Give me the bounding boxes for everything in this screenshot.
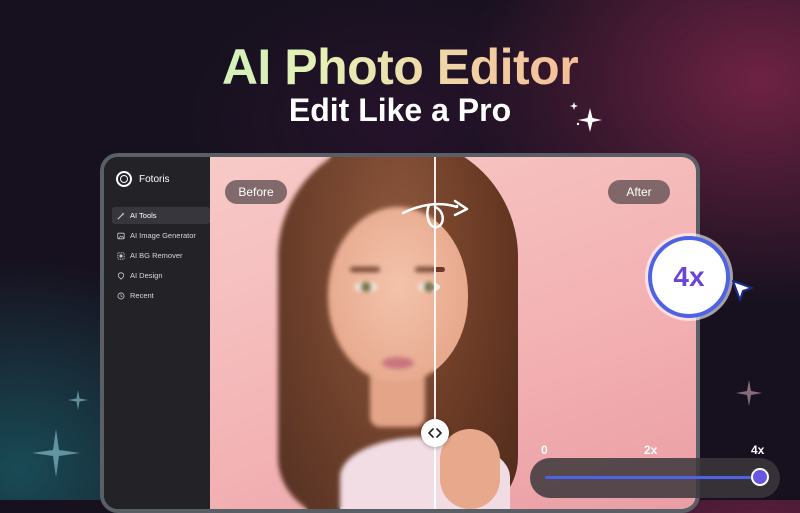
after-label: After — [608, 180, 670, 204]
sidebar-item-label: AI Tools — [130, 211, 157, 220]
sidebar-item-label: Recent — [130, 291, 154, 300]
zoom-slider-knob[interactable] — [751, 468, 769, 486]
sidebar-item-label: AI Design — [130, 271, 163, 280]
left-right-arrows-icon — [428, 428, 442, 438]
fotoris-logo-icon — [116, 171, 132, 187]
sidebar-item-ai-design[interactable]: AI Design — [112, 267, 210, 284]
sidebar-item-ai-image-generator[interactable]: AI Image Generator — [112, 227, 210, 244]
swoosh-arrow-icon — [401, 199, 469, 229]
sparkle-icon — [68, 390, 88, 410]
design-icon — [117, 271, 125, 280]
sidebar-nav: AI Tools AI Image Generator AI BG Remove… — [112, 207, 210, 307]
clock-icon — [117, 292, 125, 299]
zoom-4x-badge[interactable]: 4x — [648, 236, 730, 318]
sidebar-item-label: AI BG Remover — [130, 251, 183, 260]
sparkle-icon — [736, 380, 762, 406]
headline-subtitle: Edit Like a Pro — [288, 92, 512, 128]
sidebar-item-ai-tools[interactable]: AI Tools — [112, 207, 210, 224]
sidebar-item-label: AI Image Generator — [130, 231, 196, 240]
brand-name: Fotoris — [139, 173, 170, 185]
zoom-tick-2x: 2x — [644, 443, 658, 457]
headline-title: AI Photo Editor — [0, 38, 800, 96]
sparkle-icon — [570, 102, 602, 132]
sidebar: Fotoris AI Tools AI Image Generator AI B… — [104, 157, 210, 509]
compare-divider-line[interactable] — [434, 157, 436, 509]
cursor-pointer-icon — [732, 280, 753, 301]
wand-icon — [117, 211, 125, 220]
brand[interactable]: Fotoris — [116, 171, 170, 187]
portrait-hand — [440, 429, 500, 509]
sidebar-item-ai-bg-remover[interactable]: AI BG Remover — [112, 247, 210, 264]
compare-divider-handle[interactable] — [421, 419, 449, 447]
zoom-tick-0: 0 — [541, 443, 548, 457]
remove-bg-icon — [117, 251, 125, 260]
zoom-tick-4x: 4x — [751, 443, 765, 457]
sidebar-item-recent[interactable]: Recent — [112, 287, 210, 304]
photo-canvas[interactable]: Before After — [210, 157, 696, 509]
image-icon — [117, 232, 125, 239]
sparkle-icon — [32, 429, 80, 477]
before-label: Before — [225, 180, 287, 204]
zoom-slider-track[interactable] — [545, 476, 760, 479]
